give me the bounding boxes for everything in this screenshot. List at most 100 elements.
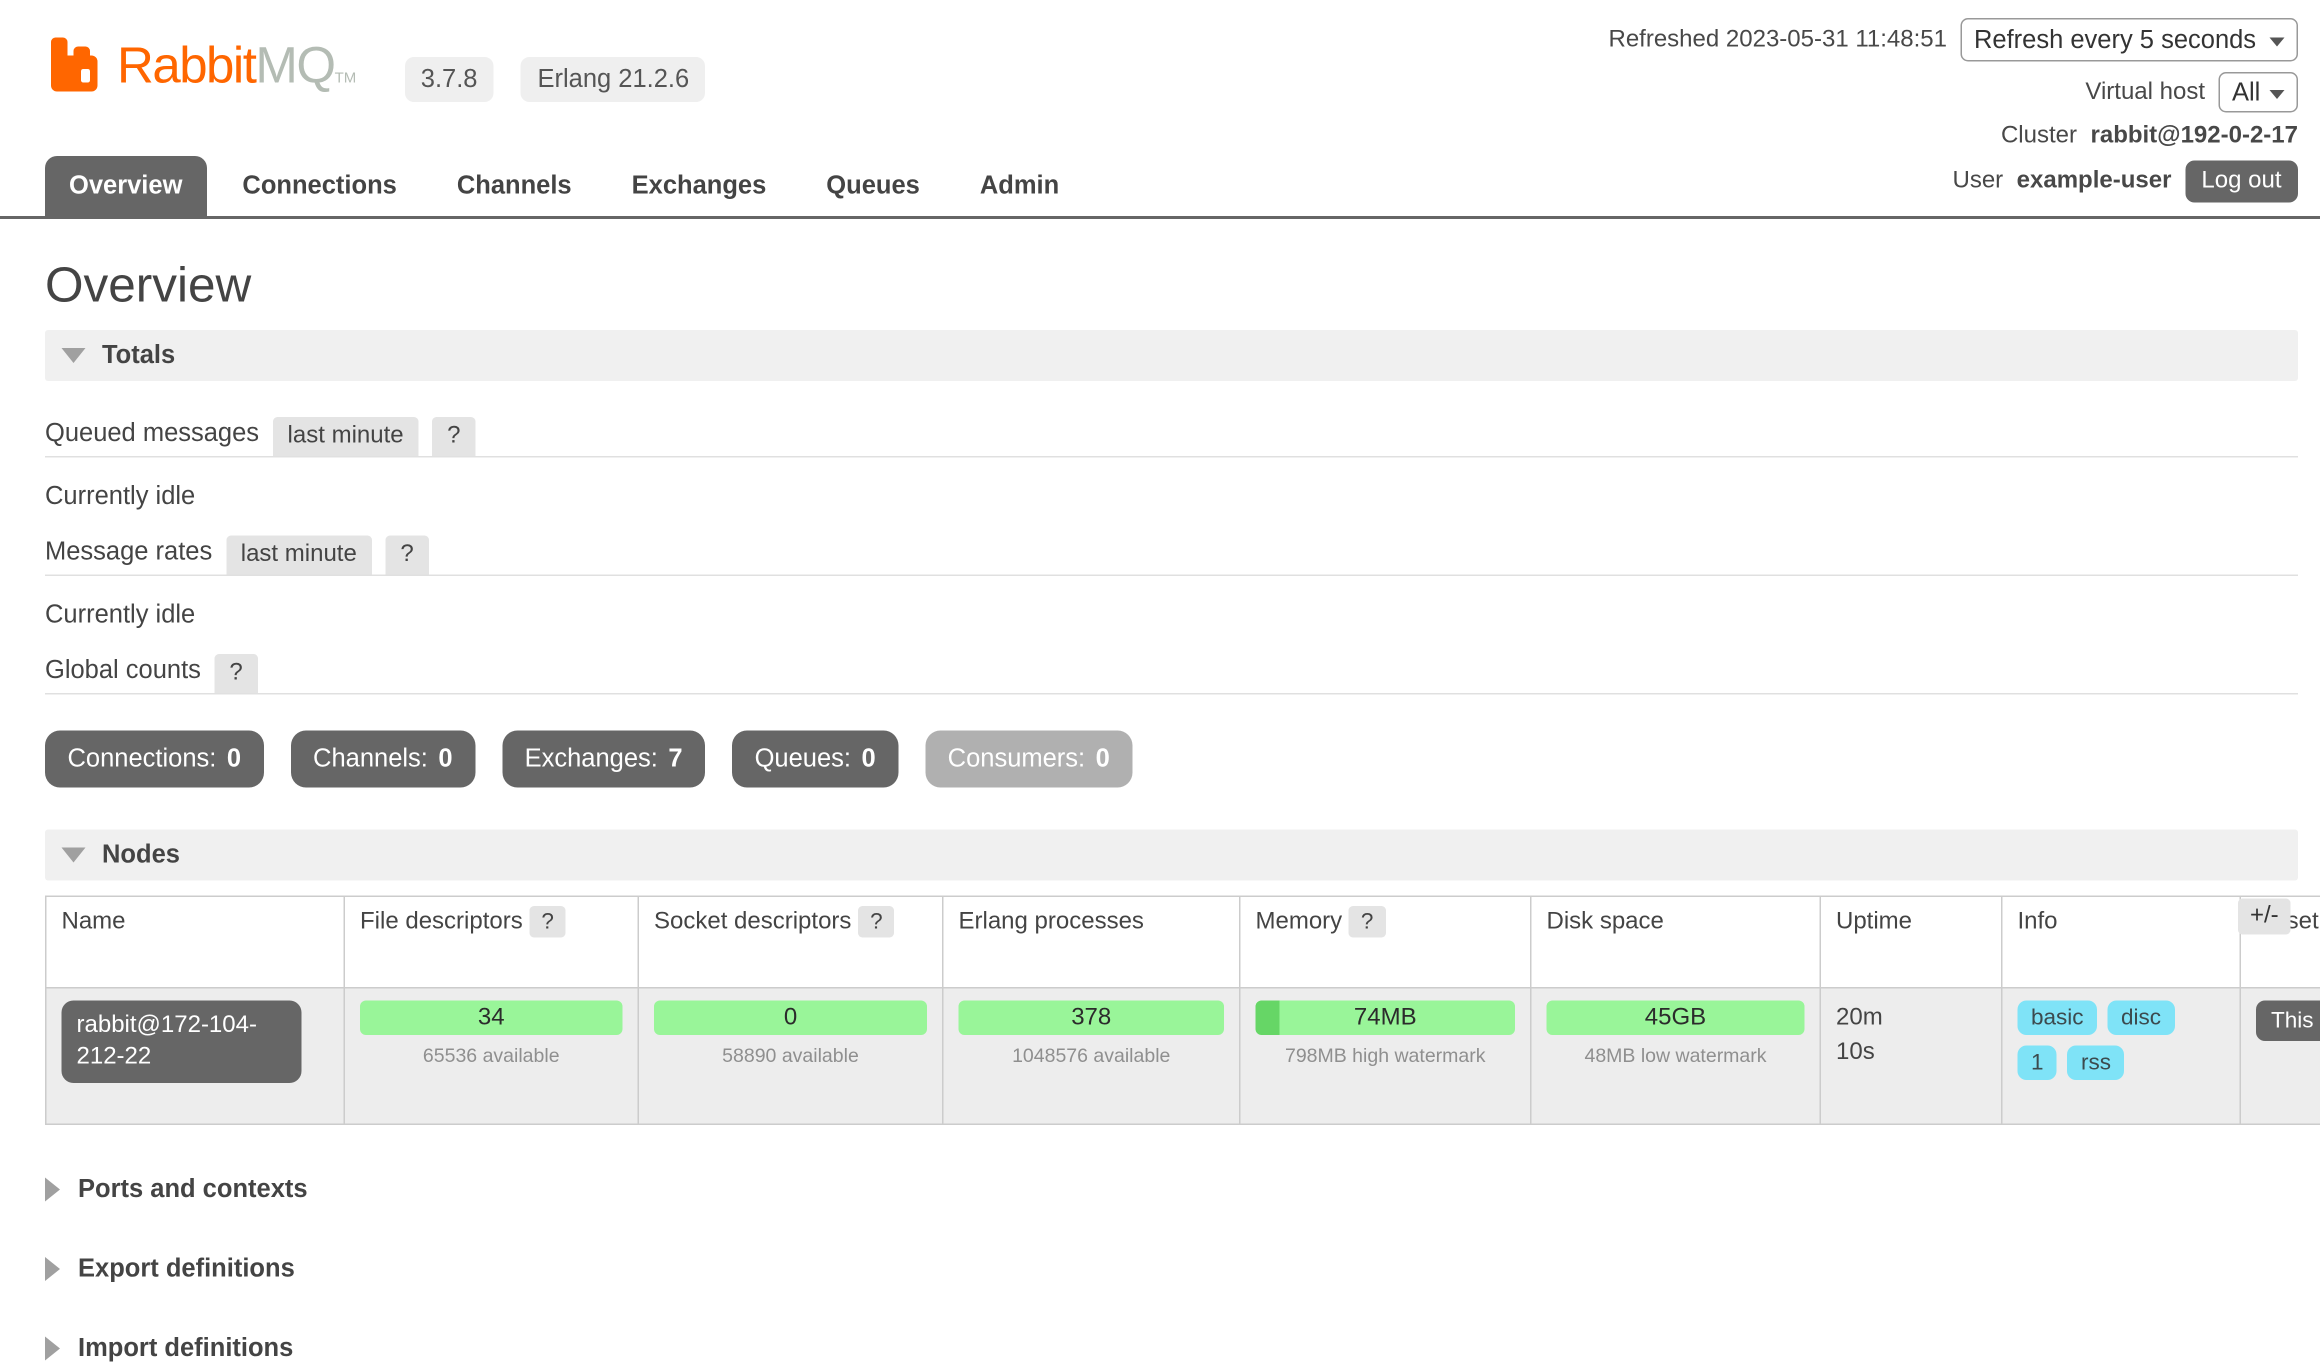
refresh-interval-select[interactable]: Refresh every 5 seconds bbox=[1961, 18, 2299, 62]
totals-section-header[interactable]: Totals bbox=[45, 329, 2298, 380]
import-definitions-section-header[interactable]: Import definitions bbox=[45, 1333, 2298, 1363]
refreshed-timestamp: 2023-05-31 11:48:51 bbox=[1726, 26, 1947, 52]
column-selector-button[interactable]: +/- bbox=[2238, 898, 2291, 934]
virtual-host-label: Virtual host bbox=[2085, 79, 2205, 106]
ports-and-contexts-section-header[interactable]: Ports and contexts bbox=[45, 1174, 2298, 1204]
message-rates-help-icon[interactable]: ? bbox=[385, 535, 428, 574]
message-rates-range-chip[interactable]: last minute bbox=[226, 535, 372, 574]
uptime-cell: 20m 10s bbox=[1820, 987, 2002, 1124]
rabbitmq-overview-page: RabbitMQTM 3.7.8 Erlang 21.2.6 Refreshed… bbox=[0, 0, 2320, 1372]
col-header-file-descriptors: File descriptors ? bbox=[344, 896, 638, 988]
uptime-value: 20m 10s bbox=[1836, 1000, 1908, 1070]
expand-arrow-icon bbox=[45, 1336, 60, 1360]
logo-row: RabbitMQTM 3.7.8 Erlang 21.2.6 bbox=[45, 30, 706, 102]
rabbit-icon bbox=[45, 36, 108, 96]
export-definitions-section-header[interactable]: Export definitions bbox=[45, 1253, 2298, 1283]
col-header-memory: Memory ? bbox=[1240, 896, 1531, 988]
queued-messages-help-icon[interactable]: ? bbox=[432, 416, 475, 455]
info-badge-rss: rss bbox=[2068, 1045, 2125, 1080]
version-badges: 3.7.8 Erlang 21.2.6 bbox=[404, 57, 705, 102]
info-badge-disc: disc bbox=[2108, 1000, 2175, 1035]
memory-cell: 74MB 798MB high watermark bbox=[1240, 987, 1531, 1124]
tab-connections[interactable]: Connections bbox=[218, 156, 420, 216]
queued-messages-label: Queued messages bbox=[45, 418, 259, 456]
info-badge-basic: basic bbox=[2018, 1000, 2098, 1035]
socket-descriptors-cell: 0 58890 available bbox=[638, 987, 943, 1124]
disk-space-bar: 45GB bbox=[1547, 1000, 1805, 1035]
refresh-row: Refreshed 2023-05-31 11:48:51 Refresh ev… bbox=[1608, 18, 2298, 62]
consumers-count-badge: Consumers:0 bbox=[925, 730, 1132, 787]
global-counts-label: Global counts bbox=[45, 655, 201, 693]
col-header-name: Name bbox=[46, 896, 345, 988]
nodes-section-label: Nodes bbox=[102, 839, 180, 869]
node-row: rabbit@172-104-212-22 34 65536 available… bbox=[46, 987, 2320, 1124]
user-label: User bbox=[1952, 168, 2003, 195]
erlang-processes-available: 1048576 available bbox=[959, 1043, 1225, 1066]
tab-overview[interactable]: Overview bbox=[45, 156, 206, 216]
erlang-processes-bar: 378 bbox=[959, 1000, 1225, 1035]
virtual-host-row: Virtual host All bbox=[2085, 72, 2298, 113]
global-count-badges: Connections:0 Channels:0 Exchanges:7 Que… bbox=[45, 730, 2298, 787]
rabbitmq-version-badge: 3.7.8 bbox=[404, 57, 494, 102]
erlang-version-badge: Erlang 21.2.6 bbox=[521, 57, 706, 102]
message-rates-label: Message rates bbox=[45, 536, 212, 574]
channels-count-badge: Channels:0 bbox=[291, 730, 476, 787]
node-name-cell: rabbit@172-104-212-22 bbox=[46, 987, 345, 1124]
col-header-socket-descriptors: Socket descriptors ? bbox=[638, 896, 943, 988]
socket-descriptors-bar: 0 bbox=[654, 1000, 927, 1035]
socket-descriptors-help-icon[interactable]: ? bbox=[858, 905, 895, 937]
reset-stats-cell: This node All nodes bbox=[2240, 987, 2320, 1124]
main-content: Overview Totals Queued messages last min… bbox=[0, 255, 2320, 1372]
col-header-erlang-processes: Erlang processes bbox=[943, 896, 1240, 988]
page-title: Overview bbox=[45, 255, 2298, 314]
brand-wordmark: RabbitMQTM bbox=[117, 41, 356, 92]
virtual-host-select-wrap: All bbox=[2219, 72, 2299, 113]
expand-arrow-icon bbox=[45, 1177, 60, 1201]
global-counts-help-icon[interactable]: ? bbox=[214, 653, 257, 692]
cluster-label: Cluster bbox=[2001, 123, 2077, 150]
logout-button[interactable]: Log out bbox=[2185, 161, 2298, 203]
disk-space-watermark: 48MB low watermark bbox=[1547, 1043, 1805, 1066]
queued-messages-idle-status: Currently idle bbox=[45, 481, 2298, 511]
user-name: example-user bbox=[2017, 168, 2172, 195]
virtual-host-select[interactable]: All bbox=[2219, 72, 2299, 113]
message-rates-idle-status: Currently idle bbox=[45, 599, 2298, 629]
rabbitmq-logo[interactable]: RabbitMQTM bbox=[45, 36, 356, 96]
node-name-badge[interactable]: rabbit@172-104-212-22 bbox=[62, 1000, 302, 1083]
erlang-processes-cell: 378 1048576 available bbox=[943, 987, 1240, 1124]
file-descriptors-available: 65536 available bbox=[360, 1043, 623, 1066]
collapse-arrow-icon bbox=[62, 347, 86, 362]
memory-watermark: 798MB high watermark bbox=[1256, 1043, 1516, 1066]
totals-section-label: Totals bbox=[102, 340, 175, 370]
info-cell: basic disc 1 rss bbox=[2002, 987, 2241, 1124]
tab-admin[interactable]: Admin bbox=[956, 156, 1083, 216]
memory-help-icon[interactable]: ? bbox=[1349, 905, 1386, 937]
col-header-info: Info bbox=[2002, 896, 2241, 988]
connections-count-badge: Connections:0 bbox=[45, 730, 264, 787]
memory-bar: 74MB bbox=[1256, 1000, 1516, 1035]
header: RabbitMQTM 3.7.8 Erlang 21.2.6 Refreshed… bbox=[0, 0, 2320, 219]
tab-queues[interactable]: Queues bbox=[802, 156, 944, 216]
refresh-interval-select-wrap: Refresh every 5 seconds bbox=[1961, 18, 2299, 62]
collapse-arrow-icon bbox=[62, 847, 86, 862]
reset-this-node-button[interactable]: This node bbox=[2256, 1000, 2320, 1041]
nodes-table-wrap: Name File descriptors ? Socket descripto… bbox=[45, 895, 2298, 1125]
file-descriptors-help-icon[interactable]: ? bbox=[529, 905, 566, 937]
queued-messages-range-chip[interactable]: last minute bbox=[273, 416, 419, 455]
file-descriptors-cell: 34 65536 available bbox=[344, 987, 638, 1124]
user-row: User example-user Log out bbox=[1952, 161, 2298, 203]
expand-arrow-icon bbox=[45, 1256, 60, 1280]
tab-channels[interactable]: Channels bbox=[433, 156, 596, 216]
nodes-section-header[interactable]: Nodes bbox=[45, 829, 2298, 880]
disk-space-cell: 45GB 48MB low watermark bbox=[1531, 987, 1821, 1124]
cluster-row: Cluster rabbit@192-0-2-17 bbox=[2001, 123, 2298, 150]
col-header-disk-space: Disk space bbox=[1531, 896, 1821, 988]
tab-exchanges[interactable]: Exchanges bbox=[608, 156, 791, 216]
global-counts-header: Global counts ? bbox=[45, 653, 2298, 694]
exchanges-count-badge: Exchanges:7 bbox=[502, 730, 705, 787]
info-badges: basic disc 1 rss bbox=[2018, 1000, 2198, 1080]
header-right: Refreshed 2023-05-31 11:48:51 Refresh ev… bbox=[1608, 18, 2298, 203]
queued-messages-header: Queued messages last minute ? bbox=[45, 416, 2298, 457]
socket-descriptors-available: 58890 available bbox=[654, 1043, 927, 1066]
cluster-name: rabbit@192-0-2-17 bbox=[2091, 123, 2298, 150]
